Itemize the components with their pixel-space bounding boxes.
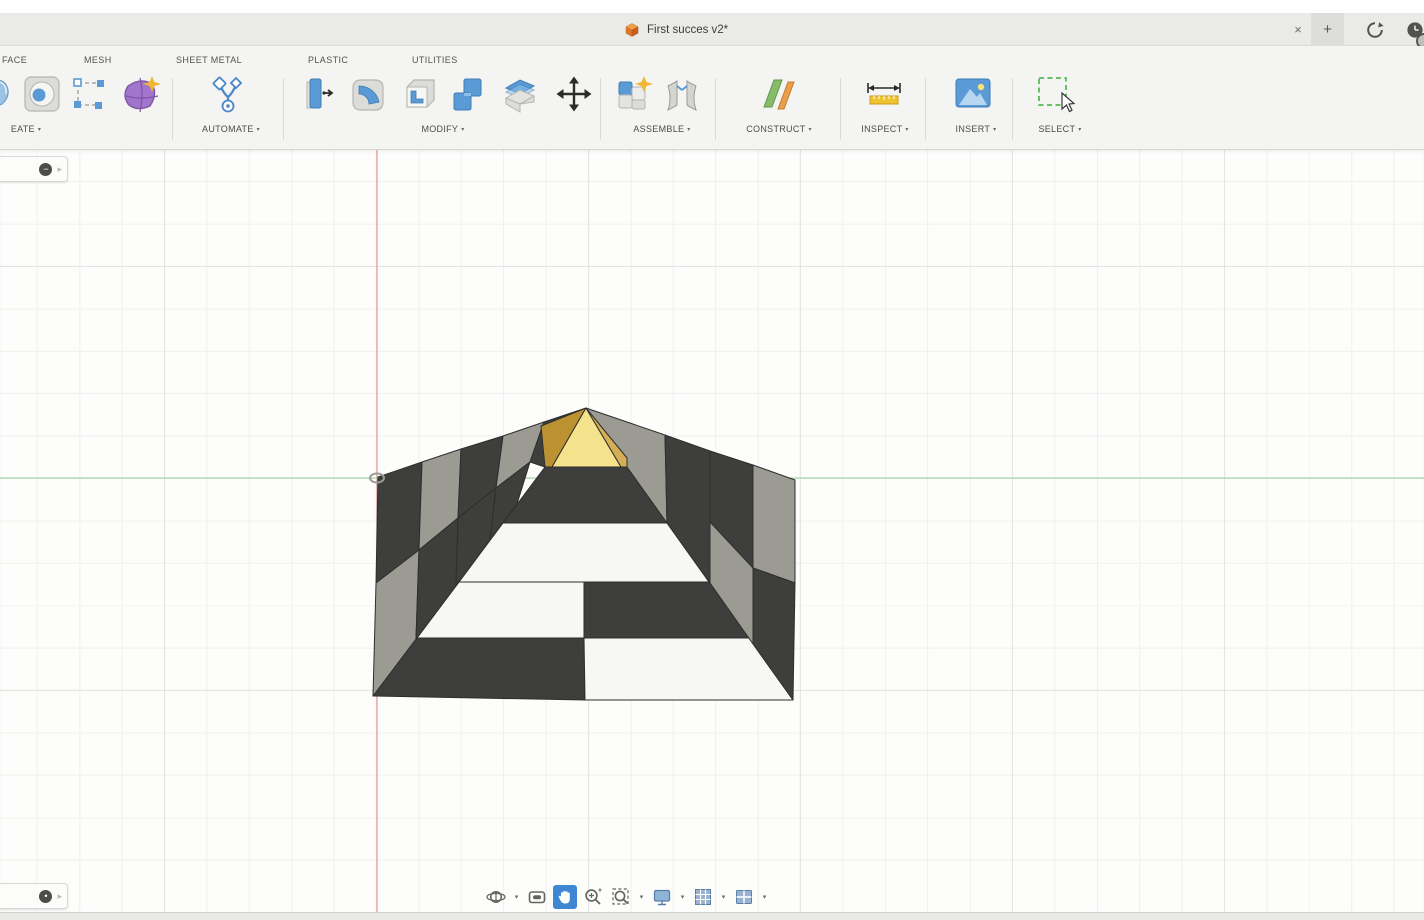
browser-toggle-icon[interactable]: − (39, 163, 52, 176)
group-inspect[interactable]: INSPECT▾ (861, 124, 908, 134)
press-pull-icon[interactable] (297, 74, 339, 116)
document-tab[interactable]: First succes v2* (614, 16, 738, 44)
toolbar-divider (925, 78, 926, 140)
group-insert[interactable]: INSERT▾ (956, 124, 997, 134)
toolbar-divider (283, 78, 284, 140)
combine-icon[interactable] (447, 74, 489, 116)
tab-plastic[interactable]: PLASTIC (308, 55, 348, 65)
create-form-icon[interactable] (120, 74, 162, 116)
toolbar: FACE MESH SHEET METAL PLASTIC UTILITIES (0, 46, 1424, 150)
tab-mesh[interactable]: MESH (84, 55, 112, 65)
new-component-icon[interactable] (613, 74, 657, 116)
construction-plane-icon[interactable] (756, 74, 800, 116)
toolbar-divider (715, 78, 716, 140)
fit-dropdown-caret[interactable]: ▾ (637, 893, 646, 901)
viewports-button[interactable] (732, 885, 756, 909)
look-at-button[interactable] (525, 885, 549, 909)
fusion-360-window: First succes v2* × + FACE MESH SHEET MET… (0, 0, 1424, 920)
split-body-icon[interactable] (499, 74, 541, 116)
viewport-canvas[interactable]: − ▸ • ▸ ▾ ▾ (0, 150, 1424, 912)
display-dropdown-caret[interactable]: ▾ (678, 893, 687, 901)
measure-icon[interactable] (864, 80, 904, 108)
viewports-dropdown-caret[interactable]: ▾ (760, 893, 769, 901)
grid-dropdown-caret[interactable]: ▾ (719, 893, 728, 901)
toolbar-divider (172, 78, 173, 140)
zoom-button[interactable] (581, 885, 605, 909)
shell-icon[interactable] (399, 74, 441, 116)
insert-image-icon[interactable] (952, 74, 994, 114)
timeline-panel-collapsed[interactable]: • ▸ (0, 883, 68, 909)
chevron-right-icon: ▸ (57, 164, 62, 175)
group-assemble[interactable]: ASSEMBLE▾ (633, 124, 690, 134)
close-tab-button[interactable]: × (1285, 22, 1311, 37)
new-tab-button[interactable]: + (1311, 13, 1344, 46)
joint-icon[interactable] (662, 74, 702, 116)
group-automate[interactable]: AUTOMATE▾ (202, 124, 260, 134)
toolbar-divider (1012, 78, 1013, 140)
orbit-dropdown-caret[interactable]: ▾ (512, 893, 521, 901)
select-box-icon[interactable] (1035, 74, 1081, 116)
titlebar: First succes v2* × + (0, 0, 1424, 46)
fillet-icon[interactable] (347, 74, 389, 116)
pan-button[interactable] (553, 885, 577, 909)
group-select[interactable]: SELECT▾ (1038, 124, 1081, 134)
toolbar-divider (600, 78, 601, 140)
edit-form-icon[interactable] (70, 74, 110, 114)
group-modify[interactable]: MODIFY▾ (421, 124, 464, 134)
chevron-right-icon: ▸ (57, 891, 62, 902)
group-create[interactable]: EATE▾ (11, 124, 41, 134)
navigation-bar: ▾ ▾ ▾ ▾ ▾ (484, 883, 769, 911)
window-bottom-strip (0, 912, 1424, 920)
cursor-icon (1062, 93, 1074, 112)
move-copy-icon[interactable] (556, 76, 592, 112)
document-title: First succes v2* (647, 24, 728, 36)
partial-cube-icon[interactable] (0, 74, 12, 112)
tab-sheet-metal[interactable]: SHEET METAL (176, 55, 242, 65)
tab-surface[interactable]: FACE (2, 55, 27, 65)
orange-cube-icon (624, 22, 640, 38)
group-construct[interactable]: CONSTRUCT▾ (746, 124, 812, 134)
timeline-toggle-icon[interactable]: • (39, 890, 52, 903)
fit-button[interactable] (609, 885, 633, 909)
grid-settings-button[interactable] (691, 885, 715, 909)
viewport-model-svg (0, 150, 1424, 912)
browser-panel-collapsed[interactable]: − ▸ (0, 156, 68, 182)
orbit-button[interactable] (484, 885, 508, 909)
tab-utilities[interactable]: UTILITIES (412, 55, 458, 65)
automate-icon[interactable] (207, 74, 249, 116)
tab-controls: × + (1285, 13, 1424, 46)
display-settings-button[interactable] (650, 885, 674, 909)
sync-icon[interactable] (1366, 21, 1384, 39)
torus-icon[interactable] (22, 74, 62, 114)
toolbar-divider (840, 78, 841, 140)
right-wall-col4-top[interactable] (753, 465, 795, 583)
